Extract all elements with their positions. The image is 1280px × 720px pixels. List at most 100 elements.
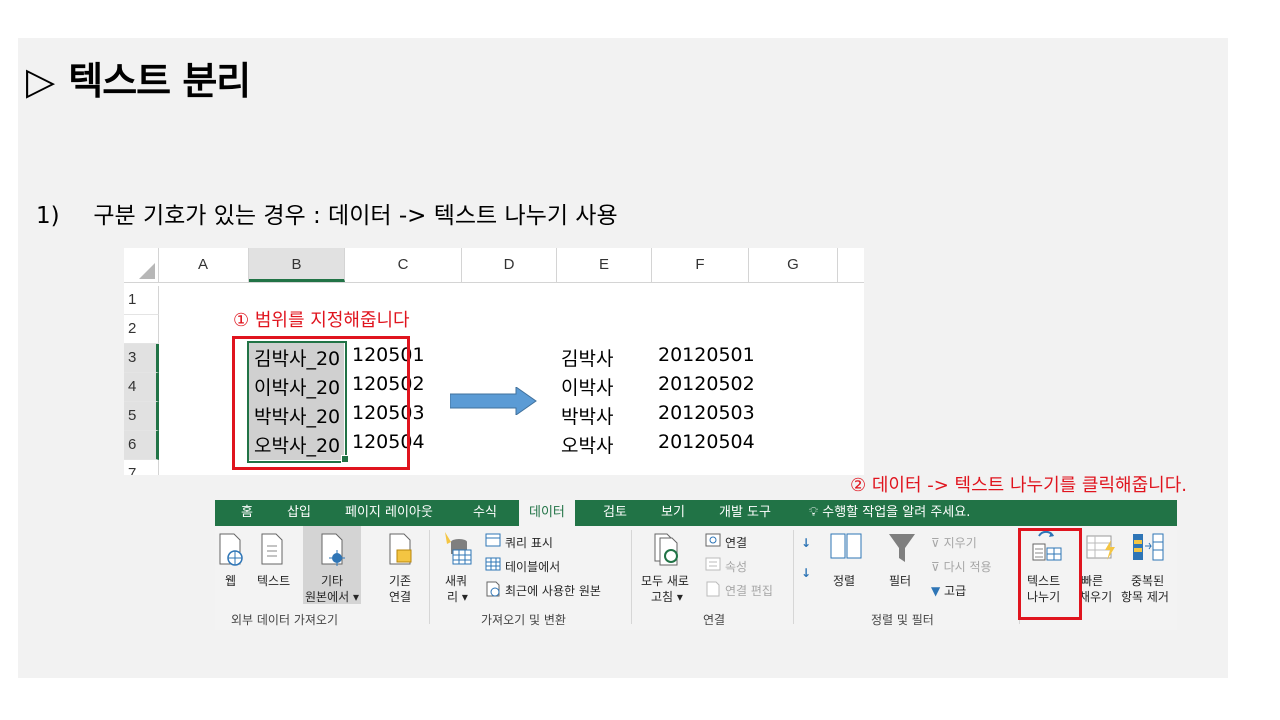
tell-me-box[interactable]: 💡︎ 수행할 작업을 알려 주세요. [809, 500, 970, 526]
select-all-corner[interactable] [124, 248, 159, 282]
highlight-box-text-to-columns [1018, 528, 1082, 620]
web-page-icon [219, 533, 243, 566]
remove-duplicates-icon [1133, 533, 1164, 561]
column-header-c[interactable]: C [345, 248, 462, 282]
lightbulb-icon: 💡︎ [809, 505, 819, 520]
reapply-icon: ⊽ [931, 560, 944, 574]
result-name-cell[interactable]: 박박사 [561, 402, 613, 429]
refresh-all-label-1[interactable]: 모두 새로 [641, 572, 689, 589]
tab-developer[interactable]: 개발 도구 [719, 500, 771, 526]
triangle-marker-icon: ▷ [26, 59, 55, 103]
text-button[interactable]: 텍스트 [257, 572, 290, 589]
column-header-bar: A B C D E F G [124, 248, 864, 283]
flash-fill-icon [1086, 535, 1115, 560]
result-name-cell[interactable]: 이박사 [561, 373, 613, 400]
tell-me-text: 수행할 작업을 알려 주세요. [822, 505, 971, 520]
row-header[interactable]: 5 [124, 402, 159, 431]
row-header[interactable]: 1 [124, 286, 159, 315]
result-name-cell[interactable]: 김박사 [561, 344, 613, 371]
advanced-button[interactable]: ▼ 고급 [931, 582, 966, 599]
group-label-sort-filter: 정렬 및 필터 [871, 613, 934, 627]
flash-fill-label-1[interactable]: 빠른 [1081, 572, 1103, 589]
column-header-b[interactable]: B [249, 248, 345, 282]
clear-button[interactable]: ⊽ 지우기 [931, 534, 977, 551]
column-header-d[interactable]: D [462, 248, 557, 282]
new-query-icon [445, 532, 472, 565]
result-number-cell[interactable]: 20120502 [658, 373, 755, 395]
show-queries-button[interactable]: 쿼리 표시 [505, 534, 553, 551]
subtitle-text: 구분 기호가 있는 경우 : 데이터 -> 텍스트 나누기 사용 [93, 203, 618, 229]
reapply-button[interactable]: ⊽ 다시 적용 [931, 558, 992, 575]
tab-formulas[interactable]: 수식 [473, 500, 497, 526]
existing-connections-label-1[interactable]: 기존 [389, 572, 411, 589]
from-table-button[interactable]: 테이블에서 [505, 558, 560, 575]
column-header-g[interactable]: G [749, 248, 838, 282]
table-icon [485, 557, 501, 571]
recent-sources-icon [486, 581, 500, 597]
row-header[interactable]: 6 [124, 431, 159, 460]
show-queries-icon [485, 533, 501, 547]
annotation-step1: ① 범위를 지정해줍니다 [233, 310, 410, 331]
column-header-e[interactable]: E [557, 248, 652, 282]
other-sources-label-2[interactable]: 원본에서 ▾ [305, 588, 359, 605]
tab-data[interactable]: 데이터 [519, 500, 575, 526]
remove-duplicates-label-1[interactable]: 중복된 [1131, 572, 1164, 589]
row-header[interactable]: 3 [124, 344, 159, 373]
slide-title: ▷ 텍스트 분리 [26, 50, 251, 105]
new-query-label-2[interactable]: 리 ▾ [447, 588, 468, 605]
sort-za-icon[interactable]: ↓ [801, 566, 811, 580]
column-header-a[interactable]: A [158, 248, 249, 282]
tab-view[interactable]: 보기 [661, 500, 685, 526]
other-sources-label-1[interactable]: 기타 [321, 572, 343, 589]
subtitle-number: 1) [36, 203, 60, 229]
result-number-cell[interactable]: 20120501 [658, 344, 755, 366]
group-separator [793, 530, 794, 624]
properties-button[interactable]: 속성 [725, 558, 747, 575]
row-header[interactable]: 7 [124, 460, 159, 475]
tab-home[interactable]: 홈 [241, 500, 253, 526]
existing-connections-icon [389, 533, 412, 565]
title-text: 텍스트 분리 [68, 59, 251, 103]
tab-page-layout[interactable]: 페이지 레이아웃 [345, 500, 433, 526]
recent-sources-button[interactable]: 최근에 사용한 원본 [505, 582, 601, 599]
filter-funnel-icon [889, 534, 915, 562]
web-button[interactable]: 웹 [225, 572, 236, 589]
edit-links-icon [706, 581, 720, 597]
right-arrow-icon [450, 387, 537, 415]
sort-dialog-icon [830, 533, 862, 559]
row-header[interactable]: 4 [124, 373, 159, 402]
existing-connections-label-2[interactable]: 연결 [389, 588, 411, 605]
sort-button[interactable]: 정렬 [833, 572, 855, 589]
refresh-all-icon [654, 533, 678, 566]
clear-label: 지우기 [943, 536, 977, 550]
tab-review[interactable]: 검토 [603, 500, 627, 526]
result-name-cell[interactable]: 오박사 [561, 431, 613, 458]
filter-button[interactable]: 필터 [889, 572, 911, 589]
highlight-box-range [232, 336, 410, 470]
connections-icon [705, 533, 721, 547]
reapply-label: 다시 적용 [943, 560, 992, 574]
refresh-all-label-2[interactable]: 고침 ▾ [651, 588, 683, 605]
remove-duplicates-label-2[interactable]: 항목 제거 [1121, 588, 1169, 605]
result-number-cell[interactable]: 20120504 [658, 431, 755, 453]
column-header-f[interactable]: F [652, 248, 749, 282]
flash-fill-label-2[interactable]: 채우기 [1079, 588, 1112, 605]
clear-filter-icon: ⊽ [931, 536, 944, 550]
sort-az-icon[interactable]: ↓ [801, 536, 811, 550]
edit-links-button[interactable]: 연결 편집 [725, 582, 773, 599]
connections-button[interactable]: 연결 [725, 534, 747, 551]
group-separator [631, 530, 632, 624]
result-number-cell[interactable]: 20120503 [658, 402, 755, 424]
group-label-connections: 연결 [703, 613, 726, 627]
group-separator [429, 530, 430, 624]
tab-insert[interactable]: 삽입 [287, 500, 311, 526]
ribbon-tab-bar: 홈 삽입 페이지 레이아웃 수식 데이터 검토 보기 개발 도구 💡︎ 수행할 … [215, 500, 1177, 526]
group-label-external-data: 외부 데이터 가져오기 [231, 613, 338, 627]
advanced-filter-icon: ▼ [931, 584, 945, 598]
advanced-label: 고급 [944, 584, 967, 598]
text-file-icon [261, 533, 283, 565]
annotation-step2: ② 데이터 -> 텍스트 나누기를 클릭해줍니다. [850, 475, 1188, 496]
row-header[interactable]: 2 [124, 315, 159, 344]
new-query-label-1[interactable]: 새쿼 [445, 572, 467, 589]
other-sources-icon [321, 533, 345, 566]
